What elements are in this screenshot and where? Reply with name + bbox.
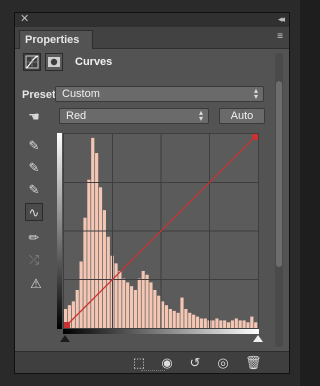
draw-curve-pencil-icon[interactable]: ✏ bbox=[25, 229, 43, 247]
white-point-slider[interactable] bbox=[253, 335, 263, 342]
black-point-eyedropper-icon[interactable]: ✎ bbox=[25, 137, 43, 155]
histogram-bar bbox=[226, 322, 231, 328]
on-image-adjust-tool-icon[interactable]: ☚ bbox=[25, 108, 43, 126]
histogram-bar bbox=[188, 312, 192, 328]
histogram-bar bbox=[71, 301, 75, 328]
black-point-slider[interactable] bbox=[60, 335, 70, 342]
histogram-bar bbox=[180, 297, 184, 328]
close-icon[interactable]: ✕ bbox=[20, 13, 29, 26]
histogram-bar bbox=[168, 308, 172, 328]
edit-curve-points-icon[interactable]: ∿ bbox=[25, 203, 43, 221]
adjustment-title: Curves bbox=[75, 56, 113, 68]
clip-to-layer-icon[interactable]: ⬚ bbox=[131, 355, 147, 370]
histogram-bar bbox=[219, 320, 223, 328]
delete-icon[interactable]: 🗑 bbox=[245, 355, 262, 370]
panel-footer: ⬚ ◉ ↺ ◎ 🗑 bbox=[15, 351, 289, 373]
select-arrows-icon: ▴ ▾ bbox=[253, 86, 258, 101]
preset-value: Custom bbox=[62, 88, 100, 100]
histogram-bar bbox=[192, 314, 196, 328]
histogram-bar bbox=[172, 310, 176, 328]
tab-bar: Properties ≡ bbox=[15, 27, 289, 49]
histogram-bar bbox=[223, 320, 227, 328]
tab-properties[interactable]: Properties bbox=[19, 30, 93, 49]
histogram-bar bbox=[164, 305, 169, 328]
mask-icon[interactable] bbox=[45, 53, 63, 71]
gray-point-eyedropper-icon[interactable]: ✎ bbox=[25, 159, 43, 177]
histogram-bar bbox=[129, 286, 134, 328]
histogram-bar bbox=[95, 153, 99, 328]
histogram-bar bbox=[83, 217, 87, 328]
visibility-icon[interactable]: ◎ bbox=[215, 355, 231, 370]
histogram-bar bbox=[114, 263, 118, 328]
histogram-bar bbox=[137, 278, 141, 328]
channel-select[interactable]: Red ▴ ▾ bbox=[59, 108, 209, 124]
clipping-warning-icon[interactable]: ⚠ bbox=[25, 275, 47, 293]
histogram-bar bbox=[254, 322, 258, 328]
input-gradient-bar bbox=[63, 329, 259, 334]
histogram-bar bbox=[199, 318, 203, 328]
histogram-bar bbox=[79, 261, 83, 328]
histogram-bar bbox=[75, 289, 79, 328]
reset-icon[interactable]: ↺ bbox=[187, 355, 203, 370]
histogram-bar bbox=[195, 316, 200, 328]
white-point-eyedropper-icon[interactable]: ✎ bbox=[25, 181, 43, 199]
histogram-bar bbox=[203, 318, 207, 328]
curves-icon[interactable] bbox=[23, 53, 41, 71]
histogram-bar bbox=[250, 316, 254, 328]
output-gradient-bar bbox=[57, 133, 62, 329]
histogram-bar bbox=[246, 322, 250, 328]
preset-select[interactable]: Custom ▴ ▾ bbox=[55, 86, 264, 102]
panel-title-strip: ✕ ◂◂ bbox=[15, 13, 289, 27]
panel-menu-icon[interactable]: ≡ bbox=[277, 31, 283, 43]
histogram-bar bbox=[87, 179, 91, 328]
curve-control-point[interactable] bbox=[64, 322, 70, 328]
select-arrows-icon: ▴ ▾ bbox=[198, 108, 203, 123]
auto-button[interactable]: Auto bbox=[219, 108, 265, 124]
resize-grip[interactable] bbox=[141, 370, 165, 373]
histogram-bar bbox=[102, 210, 106, 328]
histogram-bar bbox=[184, 308, 188, 328]
histogram-bar bbox=[238, 320, 242, 328]
histogram-bar bbox=[157, 295, 161, 328]
smooth-curve-icon[interactable]: ⤮ bbox=[25, 251, 43, 269]
histogram-bar bbox=[234, 318, 238, 328]
preset-label: Preset: bbox=[22, 89, 60, 101]
curve-control-point[interactable] bbox=[252, 134, 258, 140]
histogram-bar bbox=[98, 187, 103, 328]
photoshop-background: ✕ ◂◂ Properties ≡ Curves Preset: Custom … bbox=[0, 0, 300, 386]
channel-value: Red bbox=[66, 110, 87, 122]
histogram-bar bbox=[242, 320, 246, 328]
histogram-bar bbox=[126, 282, 130, 328]
collapse-icon[interactable]: ◂◂ bbox=[278, 13, 285, 26]
histogram-bar bbox=[133, 289, 138, 328]
histogram-bar bbox=[153, 289, 157, 328]
histogram-bar bbox=[149, 282, 153, 328]
histogram-bar bbox=[176, 312, 180, 328]
histogram-bar bbox=[122, 278, 126, 328]
properties-panel: ✕ ◂◂ Properties ≡ Curves Preset: Custom … bbox=[14, 12, 290, 374]
view-previous-state-icon[interactable]: ◉ bbox=[159, 355, 175, 370]
histogram-bar bbox=[215, 318, 219, 328]
scrollbar-thumb[interactable] bbox=[276, 81, 282, 267]
curve-graph[interactable] bbox=[63, 133, 259, 329]
histogram-bar bbox=[230, 320, 235, 328]
histogram-bar bbox=[145, 274, 149, 328]
histogram-bar bbox=[211, 320, 215, 328]
